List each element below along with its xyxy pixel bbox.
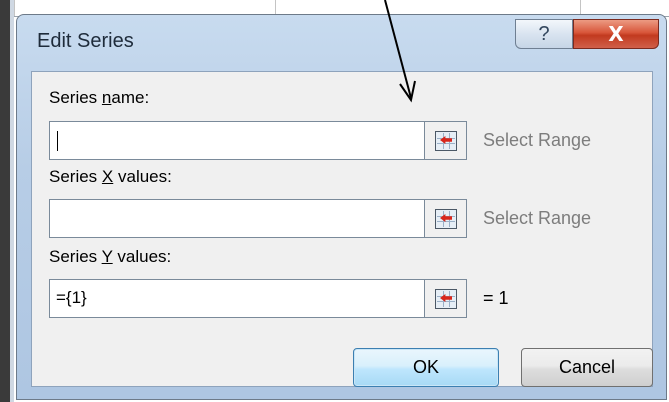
sheet-left-edge (0, 0, 10, 402)
series-name-range-button[interactable] (425, 121, 467, 160)
text-caret (57, 131, 58, 151)
cancel-button[interactable]: Cancel (521, 348, 653, 387)
dialog-title: Edit Series (37, 30, 134, 52)
series-y-label: Series Y values: (49, 247, 172, 266)
help-icon: ? (538, 23, 550, 45)
ok-button[interactable]: OK (353, 348, 499, 387)
close-button[interactable]: X (573, 19, 659, 49)
sheet-left-border (10, 0, 14, 402)
series-x-range-button[interactable] (425, 199, 467, 238)
collapse-dialog-icon (435, 289, 457, 309)
series-name-label: Series name: (49, 88, 150, 107)
accelerator-key: Y (101, 247, 113, 266)
accelerator-key: X (101, 167, 114, 186)
series-y-input[interactable]: ={1} (49, 279, 425, 318)
collapse-dialog-icon (435, 131, 457, 151)
title-bar[interactable]: Edit Series ? X (17, 15, 666, 71)
series-name-input[interactable] (49, 121, 425, 160)
series-x-label: Series X values: (49, 167, 172, 186)
edit-series-dialog: Edit Series ? X Series name: Select Rang… (16, 14, 667, 400)
series-x-input[interactable] (49, 199, 425, 238)
help-button[interactable]: ? (515, 19, 573, 49)
close-icon: X (608, 22, 624, 46)
collapse-dialog-icon (435, 209, 457, 229)
series-y-result: = 1 (483, 288, 509, 308)
accelerator-key: n (101, 88, 112, 107)
series-name-hint: Select Range (483, 130, 592, 150)
sheet-gridline (14, 0, 15, 16)
series-x-hint: Select Range (483, 208, 592, 228)
series-y-range-button[interactable] (425, 279, 467, 318)
dialog-client-area: Series name: Select Range Series X value… (31, 71, 653, 387)
series-y-value: ={1} (56, 288, 87, 307)
